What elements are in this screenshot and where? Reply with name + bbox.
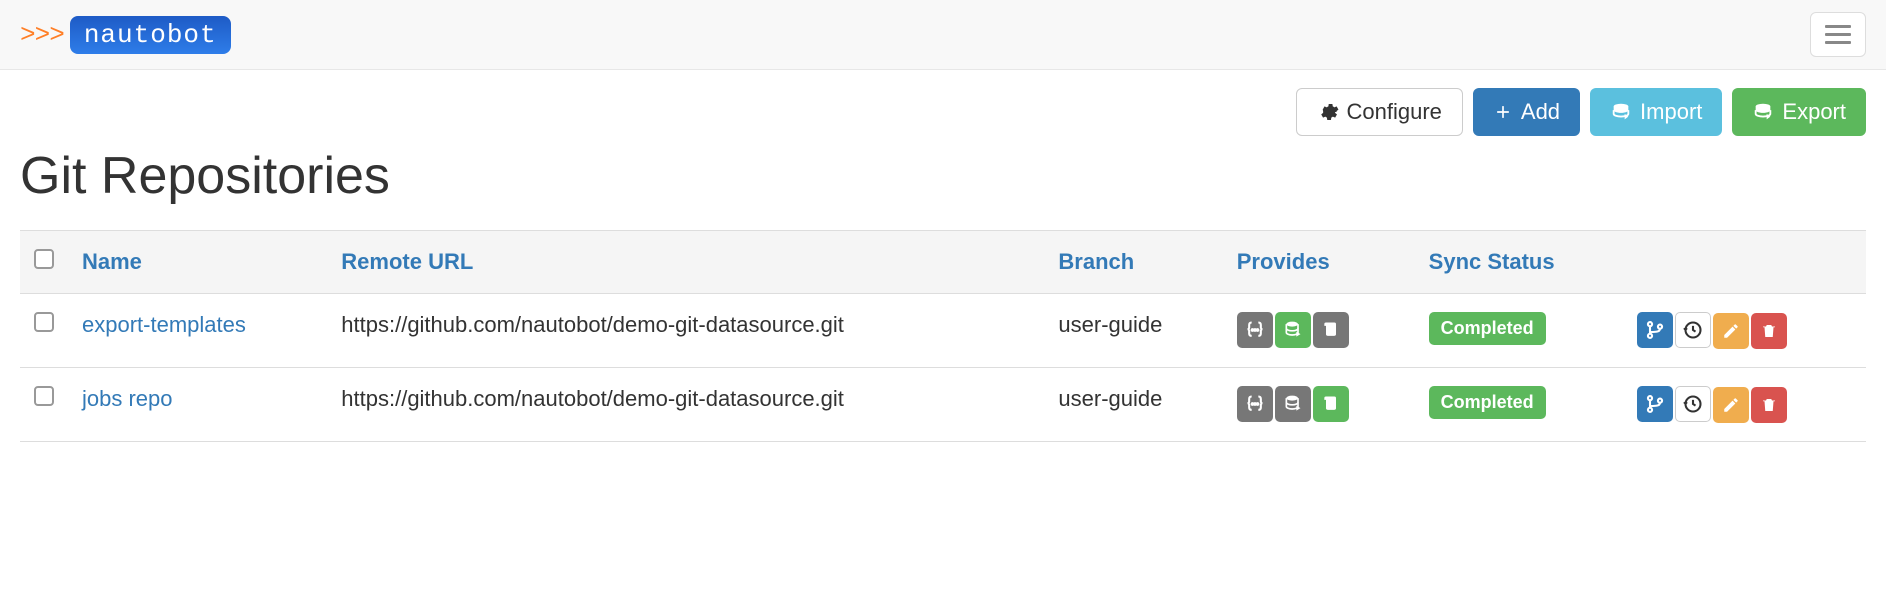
configure-label: Configure	[1347, 99, 1442, 125]
gear-icon	[1317, 101, 1339, 123]
table-row: export-templates https://github.com/nauto…	[20, 294, 1866, 368]
page-title: Git Repositories	[20, 146, 1866, 206]
add-button[interactable]: Add	[1473, 88, 1580, 136]
import-label: Import	[1640, 99, 1702, 125]
plus-icon	[1493, 102, 1513, 122]
table-row: jobs repo https://github.com/nautobot/dem…	[20, 368, 1866, 442]
export-templates-icon	[1275, 312, 1311, 348]
git-repos-table: Name Remote URL Branch Provides Sync Sta…	[20, 230, 1866, 442]
hamburger-menu[interactable]	[1810, 12, 1866, 57]
export-label: Export	[1782, 99, 1846, 125]
navbar: >>> nautobot	[0, 0, 1886, 70]
logo[interactable]: >>> nautobot	[20, 16, 231, 54]
col-name[interactable]: Name	[68, 231, 327, 294]
row-checkbox[interactable]	[34, 312, 54, 332]
col-sync-status[interactable]: Sync Status	[1415, 231, 1623, 294]
sync-button[interactable]	[1637, 386, 1673, 422]
export-templates-icon	[1275, 386, 1311, 422]
jobs-icon	[1313, 386, 1349, 422]
row-checkbox[interactable]	[34, 386, 54, 406]
sync-button[interactable]	[1637, 312, 1673, 348]
col-branch[interactable]: Branch	[1044, 231, 1222, 294]
sync-status-badge: Completed	[1429, 386, 1546, 419]
provides-cell	[1223, 368, 1415, 442]
delete-button[interactable]	[1751, 387, 1787, 423]
delete-button[interactable]	[1751, 313, 1787, 349]
col-actions	[1623, 231, 1866, 294]
remote-url-cell: https://github.com/nautobot/demo-git-dat…	[327, 294, 1044, 368]
logo-brand: nautobot	[70, 16, 231, 54]
import-button[interactable]: Import	[1590, 88, 1722, 136]
edit-button[interactable]	[1713, 387, 1749, 423]
select-all-checkbox[interactable]	[34, 249, 54, 269]
import-icon	[1610, 101, 1632, 123]
logo-prompt: >>>	[20, 20, 64, 50]
remote-url-cell: https://github.com/nautobot/demo-git-dat…	[327, 368, 1044, 442]
configure-button[interactable]: Configure	[1296, 88, 1463, 136]
repo-name-link[interactable]: export-templates	[82, 312, 246, 337]
sync-status-badge: Completed	[1429, 312, 1546, 345]
branch-cell: user-guide	[1044, 294, 1222, 368]
col-provides[interactable]: Provides	[1223, 231, 1415, 294]
provides-cell	[1223, 294, 1415, 368]
config-contexts-icon	[1237, 386, 1273, 422]
export-button[interactable]: Export	[1732, 88, 1866, 136]
config-contexts-icon	[1237, 312, 1273, 348]
action-buttons-row: Configure Add Import Export	[20, 88, 1866, 136]
jobs-icon	[1313, 312, 1349, 348]
repo-name-link[interactable]: jobs repo	[82, 386, 173, 411]
edit-button[interactable]	[1713, 313, 1749, 349]
history-button[interactable]	[1675, 386, 1711, 422]
branch-cell: user-guide	[1044, 368, 1222, 442]
export-icon	[1752, 101, 1774, 123]
col-remote-url[interactable]: Remote URL	[327, 231, 1044, 294]
add-label: Add	[1521, 99, 1560, 125]
history-button[interactable]	[1675, 312, 1711, 348]
